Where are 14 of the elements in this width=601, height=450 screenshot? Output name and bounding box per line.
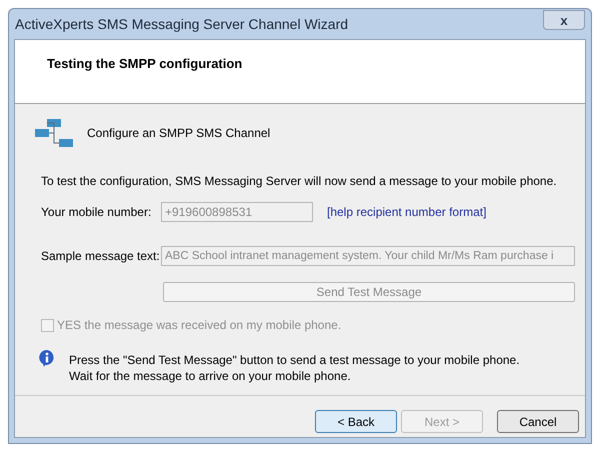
- network-icon: [35, 119, 73, 147]
- field-label: Sample message text:: [41, 248, 161, 265]
- window-title: ActiveXperts SMS Messaging Server Channel Wizard: [15, 14, 348, 34]
- page-title: Testing the SMPP configuration: [47, 56, 242, 71]
- wizard-button[interactable]: < Back: [315, 410, 397, 433]
- field-label: Your mobile number:: [41, 204, 152, 221]
- intro-text: To test the configuration, SMS Messaging Server will now send a message to your mobile phone.: [41, 173, 558, 190]
- info-icon: [39, 350, 55, 367]
- info-text: Press the "Send Test Message" button to send a test message to your mobile phone.: [69, 352, 520, 368]
- close-button[interactable]: x: [543, 10, 585, 30]
- checkbox-label: YES the message was received on my mobile phone.: [57, 317, 342, 334]
- section-label: Configure an SMPP SMS Channel: [87, 125, 270, 142]
- info-text: Wait for the message to arrive on your mobile phone.: [69, 368, 352, 384]
- wizard-button[interactable]: Cancel: [497, 410, 579, 433]
